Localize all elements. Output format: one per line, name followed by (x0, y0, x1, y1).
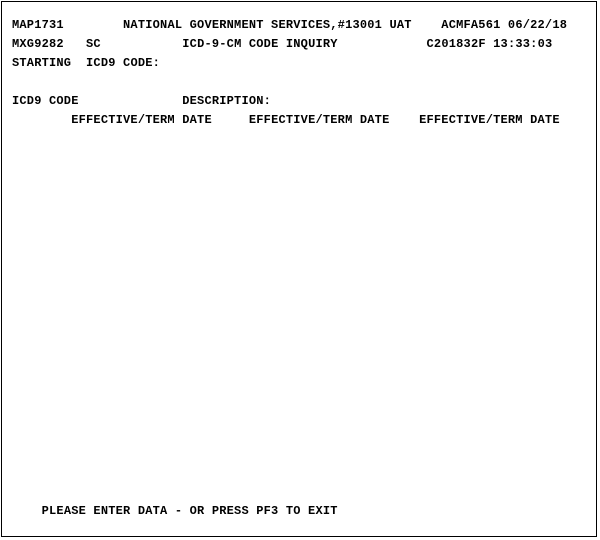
program-code: C201832F (427, 37, 486, 51)
footer-line: PLEASE ENTER DATA - OR PRESS PF3 TO EXIT (12, 504, 338, 518)
description-column: DESCRIPTION: (182, 94, 271, 108)
eff-term-column-2: EFFECTIVE/TERM DATE (249, 113, 390, 127)
starting-label: STARTING (12, 56, 71, 70)
region: SC (86, 37, 101, 51)
input-prompt-line: STARTING ICD9 CODE: (12, 56, 160, 70)
screen-id: MAP1731 (12, 18, 64, 32)
subtitle: ICD-9-CM CODE INQUIRY (182, 37, 337, 51)
eff-term-column-1: EFFECTIVE/TERM DATE (71, 113, 212, 127)
header-line-1: MAP1731 NATIONAL GOVERNMENT SERVICES,#13… (12, 18, 567, 32)
column-header-line-1: ICD9 CODE DESCRIPTION: (12, 94, 271, 108)
column-header-line-2: EFFECTIVE/TERM DATE EFFECTIVE/TERM DATE … (12, 113, 560, 127)
terminal-screen: MAP1731 NATIONAL GOVERNMENT SERVICES,#13… (1, 1, 597, 537)
footer-message: PLEASE ENTER DATA - OR PRESS PF3 TO EXIT (42, 504, 338, 518)
icd9-code-label: ICD9 CODE: (86, 56, 160, 70)
title: NATIONAL GOVERNMENT SERVICES,#13001 UAT (123, 18, 412, 32)
system-code: ACMFA561 (441, 18, 500, 32)
time: 13:33:03 (493, 37, 552, 51)
session-id: MXG9282 (12, 37, 64, 51)
date: 06/22/18 (508, 18, 567, 32)
header-line-2: MXG9282 SC ICD-9-CM CODE INQUIRY C201832… (12, 37, 552, 51)
eff-term-column-3: EFFECTIVE/TERM DATE (419, 113, 560, 127)
icd9-code-column: ICD9 CODE (12, 94, 79, 108)
